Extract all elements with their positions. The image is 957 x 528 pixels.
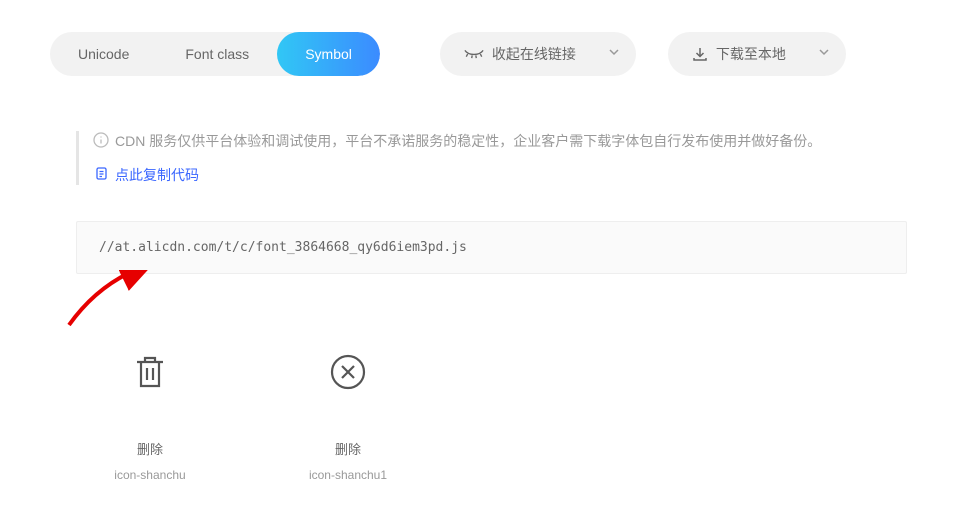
icon-en-label: icon-shanchu [114, 468, 185, 482]
tab-unicode[interactable]: Unicode [50, 32, 157, 76]
collapse-link-label: 收起在线链接 [492, 44, 576, 64]
tab-symbol[interactable]: Symbol [277, 32, 380, 76]
code-url-text: //at.alicdn.com/t/c/font_3864668_qy6d6ie… [99, 240, 467, 255]
code-url-box[interactable]: //at.alicdn.com/t/c/font_3864668_qy6d6ie… [76, 221, 907, 274]
icon-cn-label: 删除 [335, 439, 361, 458]
eye-closed-icon [464, 47, 484, 61]
download-local-button[interactable]: 下载至本地 [668, 32, 846, 76]
tab-group: Unicode Font class Symbol [50, 32, 380, 76]
download-icon [692, 46, 708, 62]
icon-grid: 删除 icon-shanchu 删除 icon-shanchu1 [90, 352, 957, 482]
notice-text: CDN 服务仅供平台体验和调试使用，平台不承诺服务的稳定性，企业客户需下载字体包… [115, 131, 821, 151]
tab-fontclass[interactable]: Font class [157, 32, 277, 76]
chevron-down-icon [608, 45, 620, 63]
icon-en-label: icon-shanchu1 [309, 468, 387, 482]
icon-cell-shanchu1[interactable]: 删除 icon-shanchu1 [288, 352, 408, 482]
trash-icon [130, 352, 170, 397]
icon-cell-shanchu[interactable]: 删除 icon-shanchu [90, 352, 210, 482]
download-local-label: 下载至本地 [716, 44, 786, 64]
info-icon [93, 132, 109, 151]
close-circle-icon [328, 352, 368, 397]
collapse-link-button[interactable]: 收起在线链接 [440, 32, 636, 76]
copy-code-link[interactable]: 点此复制代码 [93, 165, 907, 185]
top-toolbar: Unicode Font class Symbol 收起在线链接 下载至本地 [0, 0, 957, 76]
copy-icon [93, 166, 109, 185]
annotation-arrow [34, 270, 154, 330]
icon-cn-label: 删除 [137, 439, 163, 458]
copy-code-label: 点此复制代码 [115, 165, 199, 185]
notice-section: CDN 服务仅供平台体验和调试使用，平台不承诺服务的稳定性，企业客户需下载字体包… [76, 131, 907, 185]
chevron-down-icon [818, 45, 830, 63]
notice-text-row: CDN 服务仅供平台体验和调试使用，平台不承诺服务的稳定性，企业客户需下载字体包… [93, 131, 907, 151]
